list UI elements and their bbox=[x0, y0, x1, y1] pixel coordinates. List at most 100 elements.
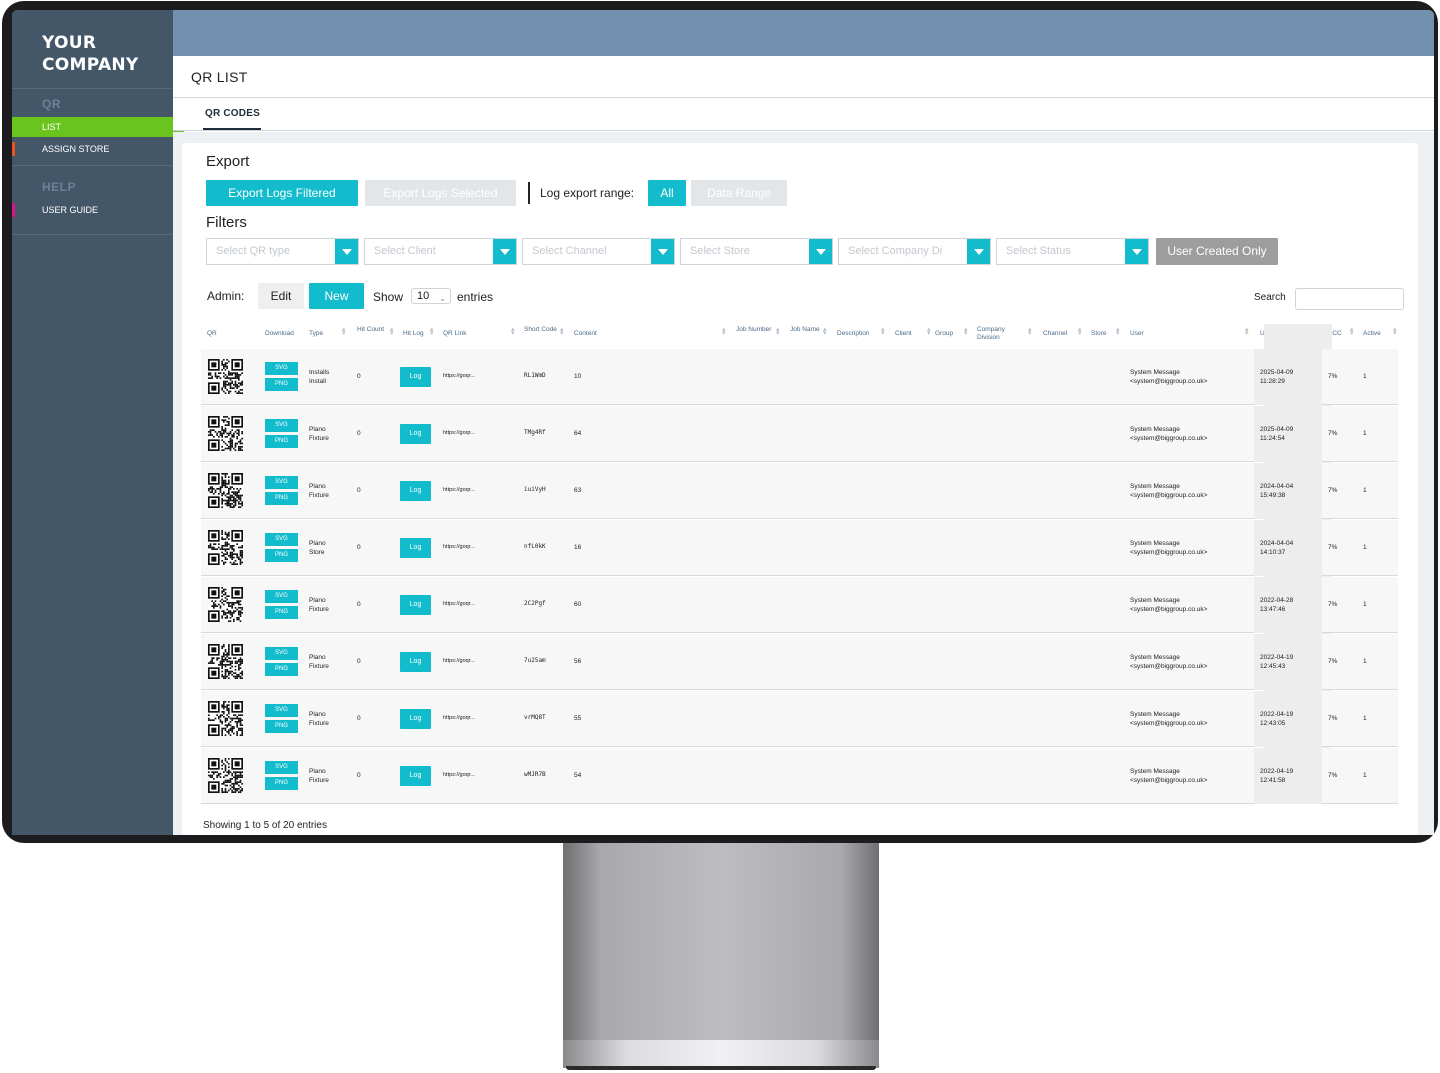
column-header[interactable]: Description bbox=[837, 330, 870, 338]
sidebar-item-list[interactable]: LIST bbox=[12, 117, 187, 137]
sort-icon[interactable]: ▴ ▾ bbox=[1350, 326, 1356, 337]
sort-icon[interactable]: ▴ ▾ bbox=[1028, 326, 1034, 337]
range-all-button[interactable]: All bbox=[648, 180, 686, 206]
new-button[interactable]: New bbox=[309, 283, 364, 309]
download-png-button[interactable]: PNG bbox=[265, 606, 298, 619]
column-header[interactable]: Job Number bbox=[736, 326, 772, 334]
user-created-only-button[interactable]: User Created Only bbox=[1156, 238, 1278, 265]
table-row[interactable] bbox=[201, 349, 1398, 405]
hit-log-button[interactable]: Log bbox=[400, 424, 431, 444]
download-svg-button[interactable]: SVG bbox=[265, 647, 298, 660]
download-png-button[interactable]: PNG bbox=[265, 549, 298, 562]
sort-icon[interactable]: ▴ ▾ bbox=[881, 326, 887, 337]
download-png-button[interactable]: PNG bbox=[265, 663, 298, 676]
hit-log-button[interactable]: Log bbox=[400, 595, 431, 615]
hit-log-button[interactable]: Log bbox=[400, 367, 431, 387]
column-header[interactable]: Hit Log bbox=[403, 330, 424, 338]
column-header[interactable]: Hit Count bbox=[357, 326, 393, 334]
download-svg-button[interactable]: SVG bbox=[265, 533, 298, 546]
sort-icon[interactable]: ▴ ▾ bbox=[430, 326, 436, 337]
column-header[interactable]: QR Link bbox=[443, 330, 466, 338]
qr-link[interactable]: https://goqr... bbox=[443, 543, 475, 552]
hit-log-button[interactable]: Log bbox=[400, 709, 431, 729]
edit-button[interactable]: Edit bbox=[258, 283, 304, 309]
chevron-down-icon[interactable] bbox=[335, 239, 358, 264]
qr-link[interactable]: https://goqr... bbox=[443, 429, 475, 438]
sort-icon[interactable]: ▴ ▾ bbox=[776, 326, 782, 337]
download-png-button[interactable]: PNG bbox=[265, 777, 298, 790]
download-svg-button[interactable]: SVG bbox=[265, 362, 298, 375]
download-png-button[interactable]: PNG bbox=[265, 435, 298, 448]
column-header[interactable]: Content bbox=[574, 330, 597, 338]
column-header[interactable]: Client bbox=[895, 330, 912, 338]
column-header[interactable]: Channel bbox=[1043, 330, 1067, 338]
download-svg-button[interactable]: SVG bbox=[265, 476, 298, 489]
chevron-down-icon[interactable] bbox=[809, 239, 832, 264]
sort-icon[interactable]: ▴ ▾ bbox=[390, 326, 396, 337]
sort-icon[interactable]: ▴ ▾ bbox=[823, 326, 829, 337]
column-header[interactable]: Type bbox=[309, 330, 323, 338]
chevron-down-icon[interactable] bbox=[651, 239, 674, 264]
hit-log-button[interactable]: Log bbox=[400, 481, 431, 501]
download-png-button[interactable]: PNG bbox=[265, 378, 298, 391]
column-header[interactable]: QR bbox=[207, 330, 217, 338]
download-svg-button[interactable]: SVG bbox=[265, 704, 298, 717]
column-header[interactable]: Active bbox=[1363, 330, 1381, 338]
table-row[interactable] bbox=[201, 748, 1398, 804]
download-png-button[interactable]: PNG bbox=[265, 720, 298, 733]
sort-icon[interactable]: ▴ ▾ bbox=[1116, 326, 1122, 337]
qr-type-select[interactable]: Select QR type bbox=[206, 238, 359, 265]
chevron-down-icon[interactable] bbox=[493, 239, 516, 264]
channel-select[interactable]: Select Channel bbox=[522, 238, 675, 265]
sidebar-item-assign-store[interactable]: ASSIGN STORE bbox=[12, 139, 173, 159]
download-svg-button[interactable]: SVG bbox=[265, 419, 298, 432]
column-header[interactable]: Company Division bbox=[977, 326, 1013, 342]
download-svg-button[interactable]: SVG bbox=[265, 761, 298, 774]
table-row[interactable] bbox=[201, 463, 1398, 519]
column-header[interactable]: Job Name bbox=[790, 326, 826, 334]
sort-icon[interactable]: ▴ ▾ bbox=[722, 326, 728, 337]
chevron-down-icon[interactable] bbox=[967, 239, 990, 264]
company-division-select[interactable]: Select Company Di bbox=[838, 238, 991, 265]
qr-link[interactable]: https://goqr... bbox=[443, 714, 475, 723]
table-row[interactable] bbox=[201, 634, 1398, 690]
export-logs-selected-button[interactable]: Export Logs Selected bbox=[365, 180, 516, 206]
page-length-select[interactable]: 10 ⌄ bbox=[411, 288, 451, 304]
tab-qr-codes[interactable]: QR CODES bbox=[205, 108, 260, 119]
download-svg-button[interactable]: SVG bbox=[265, 590, 298, 603]
sort-icon[interactable]: ▴ ▾ bbox=[927, 326, 933, 337]
sort-icon[interactable]: ▴ ▾ bbox=[342, 326, 348, 337]
qr-link[interactable]: https://goqr... bbox=[443, 372, 475, 381]
table-row[interactable] bbox=[201, 691, 1398, 747]
sort-icon[interactable]: ▴ ▾ bbox=[1078, 326, 1084, 337]
sort-icon[interactable]: ▴ ▾ bbox=[1393, 326, 1399, 337]
qr-link[interactable]: https://goqr... bbox=[443, 771, 475, 780]
client-select[interactable]: Select Client bbox=[364, 238, 517, 265]
qr-link[interactable]: https://goqr... bbox=[443, 657, 475, 666]
store-select[interactable]: Select Store bbox=[680, 238, 833, 265]
table-row[interactable] bbox=[201, 406, 1398, 462]
column-header[interactable]: Group bbox=[935, 330, 953, 338]
qr-link[interactable]: https://goqr... bbox=[443, 600, 475, 609]
sort-icon[interactable]: ▴ ▾ bbox=[964, 326, 970, 337]
download-png-button[interactable]: PNG bbox=[265, 492, 298, 505]
chevron-down-icon[interactable] bbox=[1125, 239, 1148, 264]
table-row[interactable] bbox=[201, 577, 1398, 633]
column-header[interactable]: Short Code bbox=[524, 326, 560, 334]
hit-log-button[interactable]: Log bbox=[400, 538, 431, 558]
range-date-button[interactable]: Data Range bbox=[691, 180, 787, 206]
column-header[interactable]: Download bbox=[265, 330, 294, 338]
hit-log-button[interactable]: Log bbox=[400, 652, 431, 672]
sort-icon[interactable]: ▴ ▾ bbox=[560, 326, 566, 337]
status-select[interactable]: Select Status bbox=[996, 238, 1149, 265]
sort-icon[interactable]: ▴ ▾ bbox=[1245, 326, 1251, 337]
search-input[interactable] bbox=[1295, 288, 1404, 310]
brand-logo[interactable]: YOUR COMPANY bbox=[42, 32, 139, 76]
table-row[interactable] bbox=[201, 520, 1398, 576]
hit-log-button[interactable]: Log bbox=[400, 766, 431, 786]
export-logs-filtered-button[interactable]: Export Logs Filtered bbox=[206, 180, 358, 206]
column-header[interactable]: User bbox=[1130, 330, 1144, 338]
qr-link[interactable]: https://goqr... bbox=[443, 486, 475, 495]
column-header[interactable]: Store bbox=[1091, 330, 1107, 338]
sort-icon[interactable]: ▴ ▾ bbox=[511, 326, 517, 337]
